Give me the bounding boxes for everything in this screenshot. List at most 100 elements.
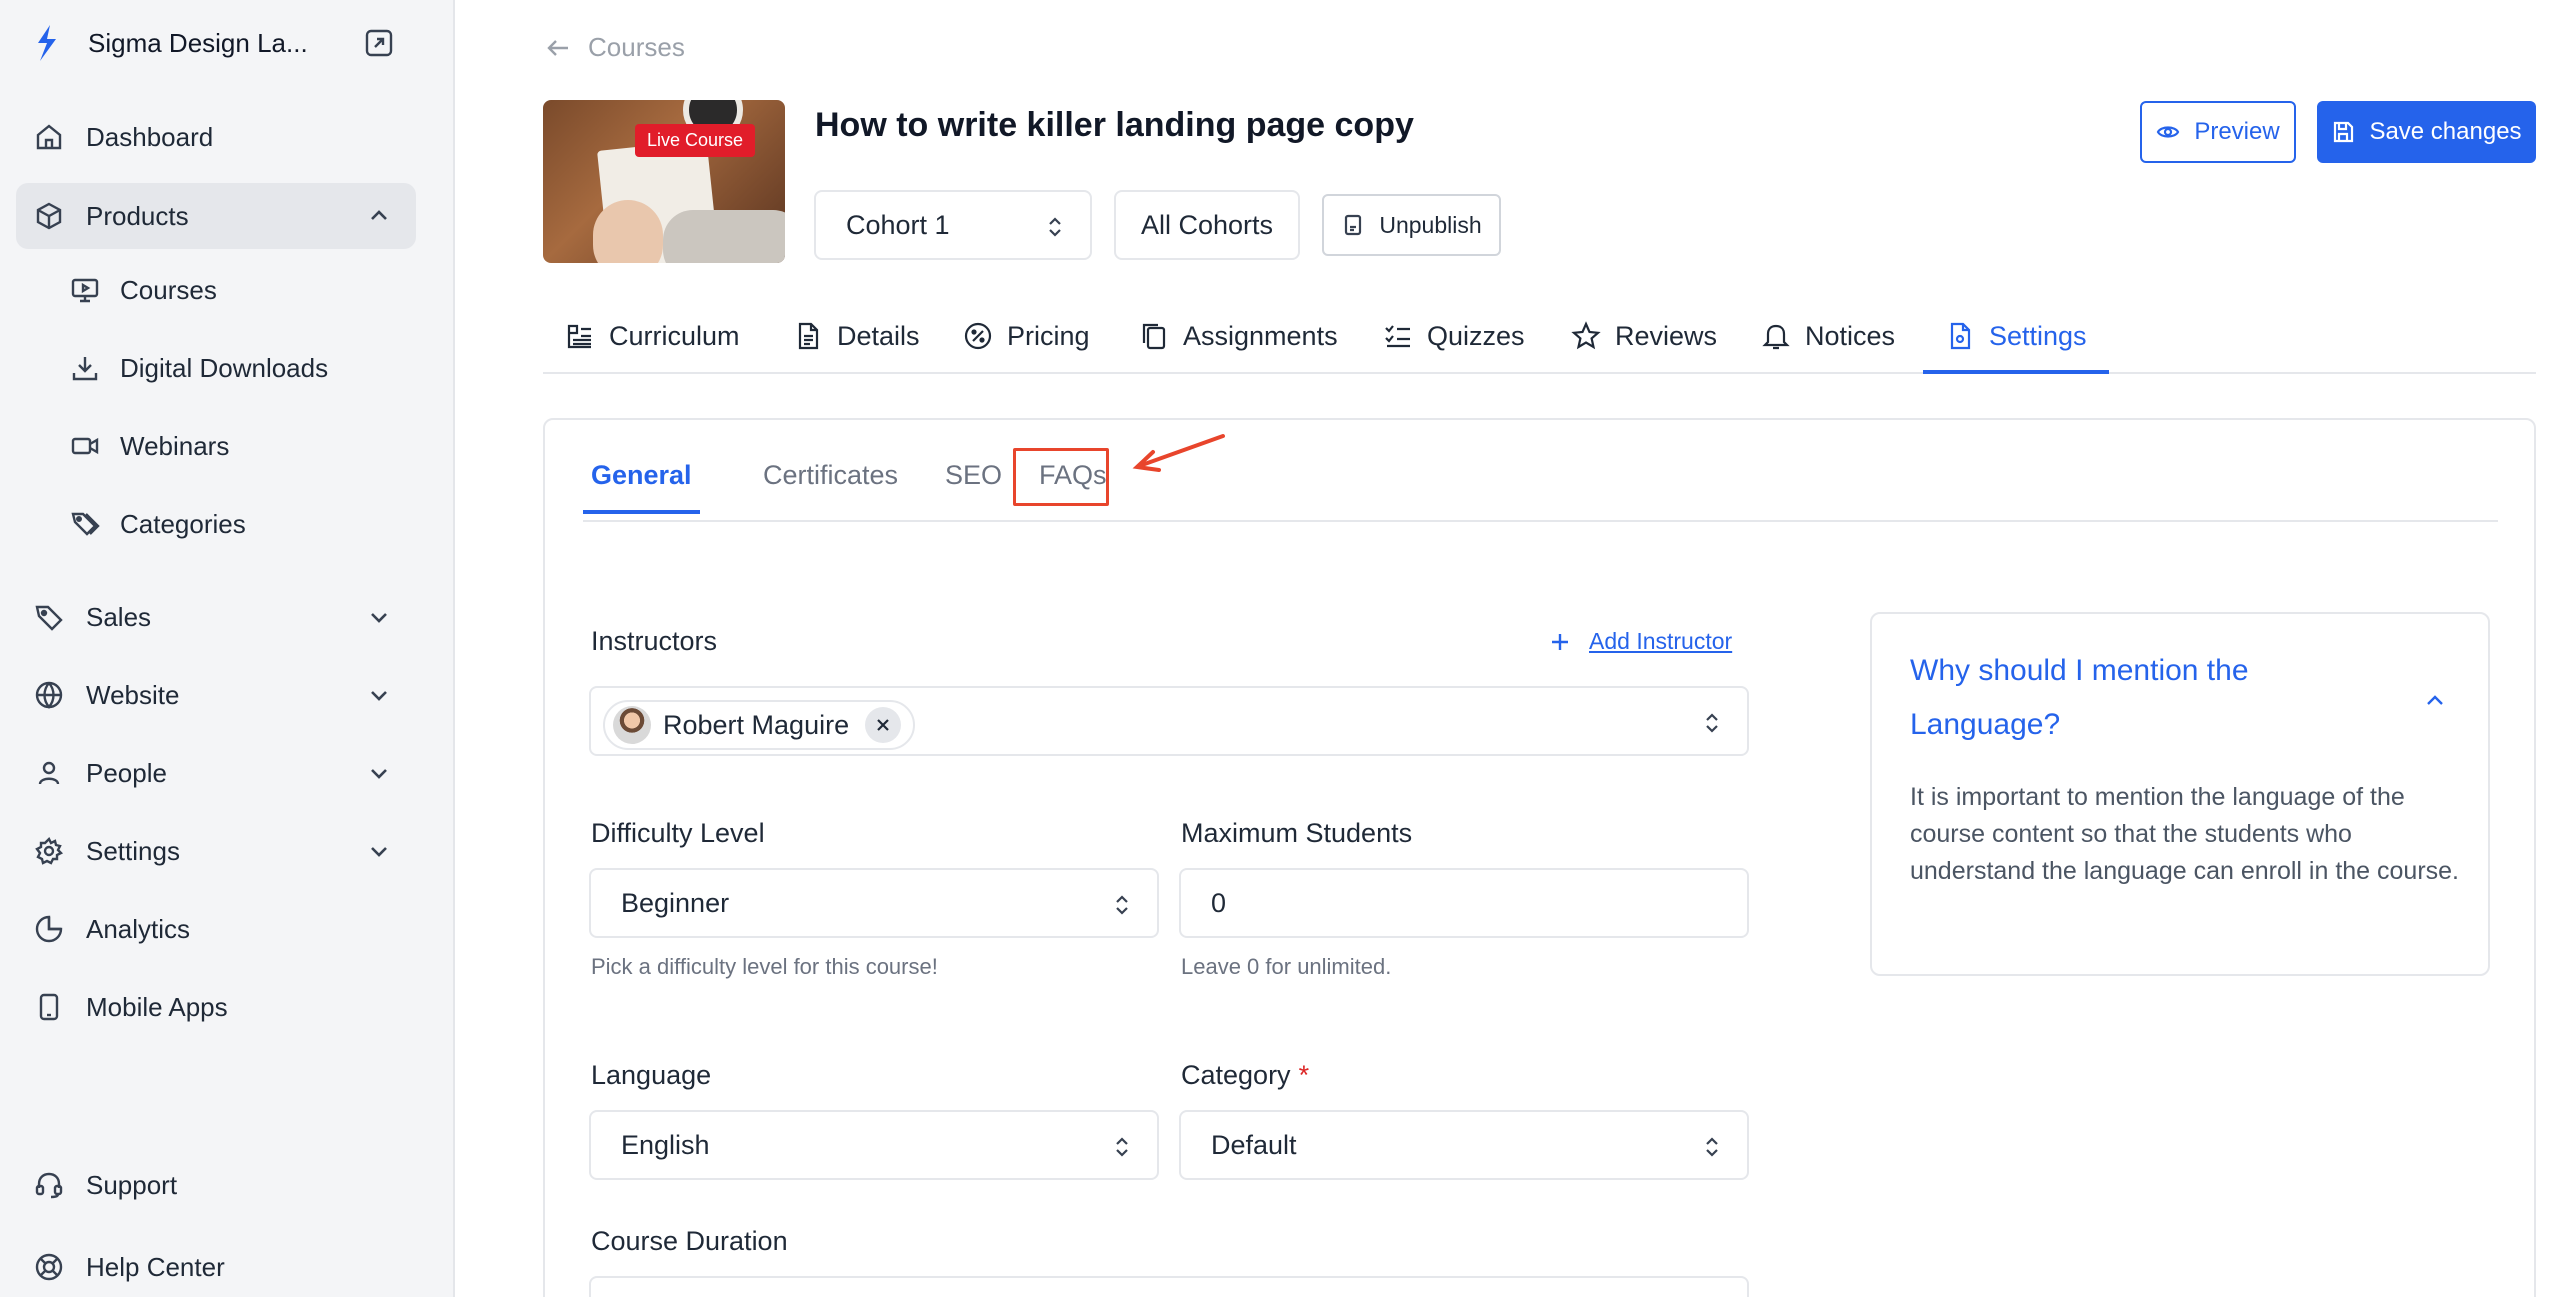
copy-icon xyxy=(1142,323,1166,350)
tab-label: Notices xyxy=(1805,320,1896,351)
subtab-seo[interactable]: SEO xyxy=(945,460,1002,491)
sidebar-item-label: Support xyxy=(86,1169,178,1200)
tab-curriculum[interactable]: Curriculum xyxy=(565,300,740,372)
pie-chart-icon xyxy=(35,915,63,943)
language-select[interactable]: English xyxy=(589,1110,1159,1180)
tab-notices[interactable]: Notices xyxy=(1761,300,1895,372)
subtab-faqs[interactable]: FAQs xyxy=(1039,460,1107,491)
difficulty-level-value: Beginner xyxy=(621,887,730,918)
video-camera-icon xyxy=(71,437,99,455)
sidebar: Sigma Design La... Dashboard Products Co… xyxy=(0,0,455,1297)
sidebar-item-dashboard[interactable]: Dashboard xyxy=(16,104,416,170)
settings-subtabs: General Certificates SEO FAQs xyxy=(583,420,2498,522)
preview-button-label: Preview xyxy=(2194,118,2280,145)
brand-name: Sigma Design La... xyxy=(88,27,308,58)
difficulty-level-select[interactable]: Beginner xyxy=(589,868,1159,938)
sidebar-subitem-digital-downloads[interactable]: Digital Downloads xyxy=(70,338,328,398)
sidebar-item-people[interactable]: People xyxy=(16,740,416,806)
sidebar-item-label: Help Center xyxy=(86,1251,225,1282)
add-instructor-button[interactable]: Add Instructor xyxy=(1549,628,1732,655)
globe-icon xyxy=(35,681,63,709)
tab-settings[interactable]: Settings xyxy=(1923,300,2109,374)
badge-percent-icon xyxy=(964,322,992,350)
home-icon xyxy=(36,124,62,150)
sidebar-item-label: Dashboard xyxy=(86,121,214,152)
tab-pricing[interactable]: Pricing xyxy=(963,300,1090,372)
gear-icon xyxy=(35,836,64,865)
sidebar-item-analytics[interactable]: Analytics xyxy=(16,896,416,962)
back-link[interactable]: Courses xyxy=(544,32,685,63)
unpublish-button[interactable]: Unpublish xyxy=(1322,194,1501,256)
plus-icon xyxy=(1552,633,1568,650)
chevron-up-down-icon xyxy=(1116,895,1128,915)
all-cohorts-button[interactable]: All Cohorts xyxy=(1114,190,1300,260)
chevron-up-down-icon xyxy=(1706,713,1718,733)
maximum-students-input[interactable]: 0 xyxy=(1179,868,1749,938)
sidebar-item-website[interactable]: Website xyxy=(16,662,416,728)
cohort-select-value: Cohort 1 xyxy=(846,209,950,240)
tab-label: Quizzes xyxy=(1427,320,1525,351)
sidebar-subitem-courses[interactable]: Courses xyxy=(70,260,217,320)
instructors-multiselect[interactable]: Robert Maguire xyxy=(589,686,1749,756)
back-link-label: Courses xyxy=(588,32,685,62)
tab-details[interactable]: Details xyxy=(793,300,920,372)
download-icon xyxy=(72,357,98,381)
sidebar-item-mobile-apps[interactable]: Mobile Apps xyxy=(16,974,416,1040)
tab-label: Curriculum xyxy=(609,320,740,351)
category-select[interactable]: Default xyxy=(1179,1110,1749,1180)
arrow-left-icon xyxy=(547,39,568,56)
chevron-up-down-icon xyxy=(1116,1137,1128,1157)
sidebar-item-label: Settings xyxy=(86,835,180,866)
chevron-up-down-icon xyxy=(1049,217,1061,237)
sidebar-item-label: Website xyxy=(86,679,180,710)
chevron-down-icon[interactable] xyxy=(366,760,392,786)
chevron-down-icon[interactable] xyxy=(366,682,392,708)
user-icon xyxy=(38,761,60,785)
chevron-down-icon[interactable] xyxy=(366,838,392,864)
sidebar-item-support[interactable]: Support xyxy=(16,1152,416,1218)
maximum-students-value: 0 xyxy=(1211,887,1227,918)
instructors-label: Instructors xyxy=(591,626,718,656)
sidebar-subitem-label: Digital Downloads xyxy=(120,352,329,383)
save-changes-button[interactable]: Save changes xyxy=(2317,101,2536,163)
sidebar-item-products[interactable]: Products xyxy=(16,183,416,249)
tab-reviews[interactable]: Reviews xyxy=(1571,300,1717,372)
subtab-certificates[interactable]: Certificates xyxy=(763,460,898,491)
chevron-up-down-icon xyxy=(1706,1137,1718,1157)
info-panel-title: Why should I mention the Language? xyxy=(1910,654,2249,741)
sidebar-item-sales[interactable]: Sales xyxy=(16,584,416,650)
remove-instructor-button[interactable] xyxy=(865,707,902,743)
sidebar-subitem-categories[interactable]: Categories xyxy=(70,494,246,554)
all-cohorts-label: All Cohorts xyxy=(1140,209,1274,240)
live-course-badge: Live Course xyxy=(635,124,756,157)
thumbnail-sleeve xyxy=(663,210,785,263)
subtab-general[interactable]: General xyxy=(583,460,700,514)
course-duration-input[interactable] xyxy=(589,1276,1749,1297)
curriculum-icon xyxy=(567,324,591,349)
thumbnail-hand xyxy=(593,200,663,263)
language-info-panel: Why should I mention the Language? It is… xyxy=(1870,612,2490,976)
category-label: Category * xyxy=(1181,1060,1309,1091)
file-text-icon xyxy=(798,322,819,350)
sidebar-subitem-webinars[interactable]: Webinars xyxy=(70,416,229,476)
tab-quizzes[interactable]: Quizzes xyxy=(1383,300,1525,372)
chevron-down-icon[interactable] xyxy=(366,604,392,630)
preview-button[interactable]: Preview xyxy=(2140,101,2296,163)
course-title: How to write killer landing page copy xyxy=(815,106,1414,144)
unpublish-label: Unpublish xyxy=(1379,211,1482,238)
close-icon xyxy=(877,719,889,731)
chevron-up-icon[interactable] xyxy=(366,203,392,229)
chevron-up-icon[interactable] xyxy=(2422,688,2448,714)
brand[interactable]: Sigma Design La... xyxy=(32,18,412,68)
language-label: Language xyxy=(591,1060,712,1090)
tab-assignments[interactable]: Assignments xyxy=(1139,300,1338,372)
sidebar-item-label: Sales xyxy=(86,601,152,632)
instructor-chip: Robert Maguire xyxy=(603,700,916,750)
external-link-icon[interactable] xyxy=(364,28,394,58)
sidebar-item-settings[interactable]: Settings xyxy=(16,818,416,884)
document-icon xyxy=(1345,214,1362,236)
sidebar-item-label: Products xyxy=(86,200,189,231)
sidebar-item-help-center[interactable]: Help Center xyxy=(16,1234,416,1297)
add-instructor-label: Add Instructor xyxy=(1589,628,1733,654)
cohort-select[interactable]: Cohort 1 xyxy=(814,190,1092,260)
